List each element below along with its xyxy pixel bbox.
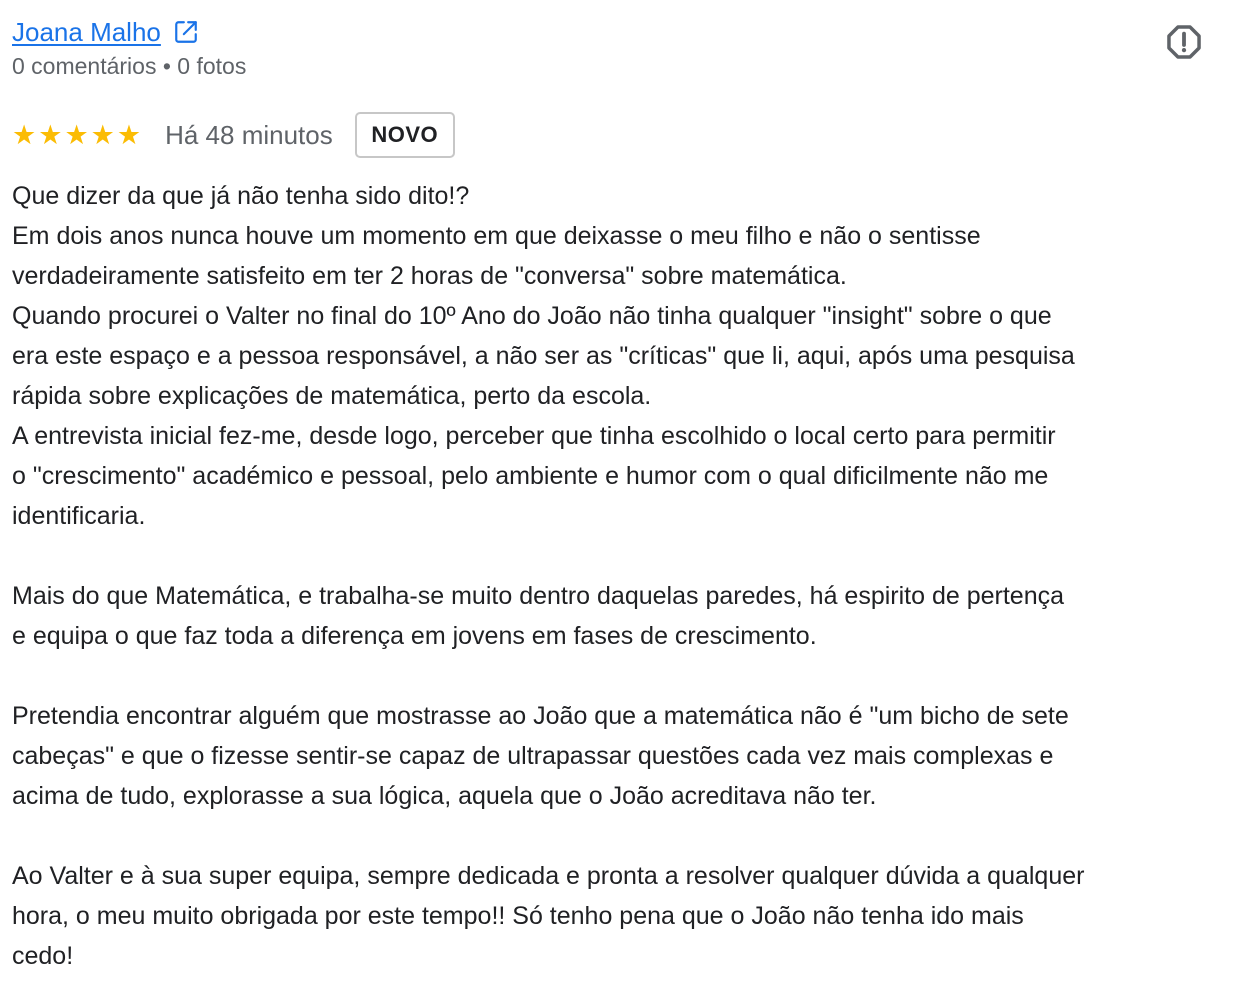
star-icon: ★ [116, 119, 142, 150]
star-icon: ★ [38, 119, 63, 150]
review-line: acima de tudo, explorasse a sua lógica, … [12, 782, 877, 810]
author-name-link[interactable]: Joana Malho [12, 15, 161, 49]
star-icon: ★ [90, 119, 115, 150]
external-link-icon[interactable] [171, 17, 201, 47]
review-line: cabeças" e que o fizesse sentir-se capaz… [12, 742, 1054, 770]
review-paragraph: Ao Valter e à sua super equipa, sempre d… [12, 856, 1222, 976]
review-line: hora, o meu muito obrigada por este temp… [12, 902, 1024, 930]
review-line: Ao Valter e à sua super equipa, sempre d… [12, 862, 1085, 890]
review-line: e equipa o que faz toda a diferença em j… [12, 622, 817, 650]
star-icon: ★ [64, 119, 89, 150]
review-line: o "crescimento" académico e pessoal, pel… [12, 462, 1049, 490]
author-meta: 0 comentários • 0 fotos [12, 53, 247, 79]
review-line: Pretendia encontrar alguém que mostrasse… [12, 702, 1069, 730]
star-icon: ★ [12, 119, 37, 150]
review-paragraph: Mais do que Matemática, e trabalha-se mu… [12, 576, 1222, 656]
report-icon[interactable] [1164, 22, 1204, 62]
review-text: Que dizer da que já não tenha sido dito!… [12, 176, 1222, 976]
review-paragraph: Que dizer da que já não tenha sido dito!… [12, 176, 1222, 536]
author-line: Joana Malho [12, 12, 1222, 52]
review-paragraph: Pretendia encontrar alguém que mostrasse… [12, 696, 1222, 816]
review-line: verdadeiramente satisfeito em ter 2 hora… [12, 262, 847, 290]
review-line: era este espaço e a pessoa responsável, … [12, 342, 1075, 370]
review-line: Mais do que Matemática, e trabalha-se mu… [12, 582, 1065, 610]
review-card: Joana Malho 0 comentários • 0 fotos ★ ★ … [12, 12, 1222, 976]
star-rating: ★ ★ ★ ★ ★ [12, 119, 142, 150]
rating-row: ★ ★ ★ ★ ★ Há 48 minutos NOVO [12, 110, 1222, 160]
review-line: Que dizer da que já não tenha sido dito!… [12, 182, 470, 210]
review-line: cedo! [12, 942, 74, 970]
review-line: rápida sobre explicações de matemática, … [12, 382, 652, 410]
review-time: Há 48 minutos [165, 120, 333, 150]
review-line: A entrevista inicial fez-me, desde logo,… [12, 422, 1056, 450]
review-header: Joana Malho 0 comentários • 0 fotos [12, 12, 1222, 82]
review-line: Em dois anos nunca houve um momento em q… [12, 222, 981, 250]
review-line: identificaria. [12, 502, 146, 530]
review-line: Quando procurei o Valter no final do 10º… [12, 302, 1052, 330]
new-badge: NOVO [354, 112, 455, 158]
